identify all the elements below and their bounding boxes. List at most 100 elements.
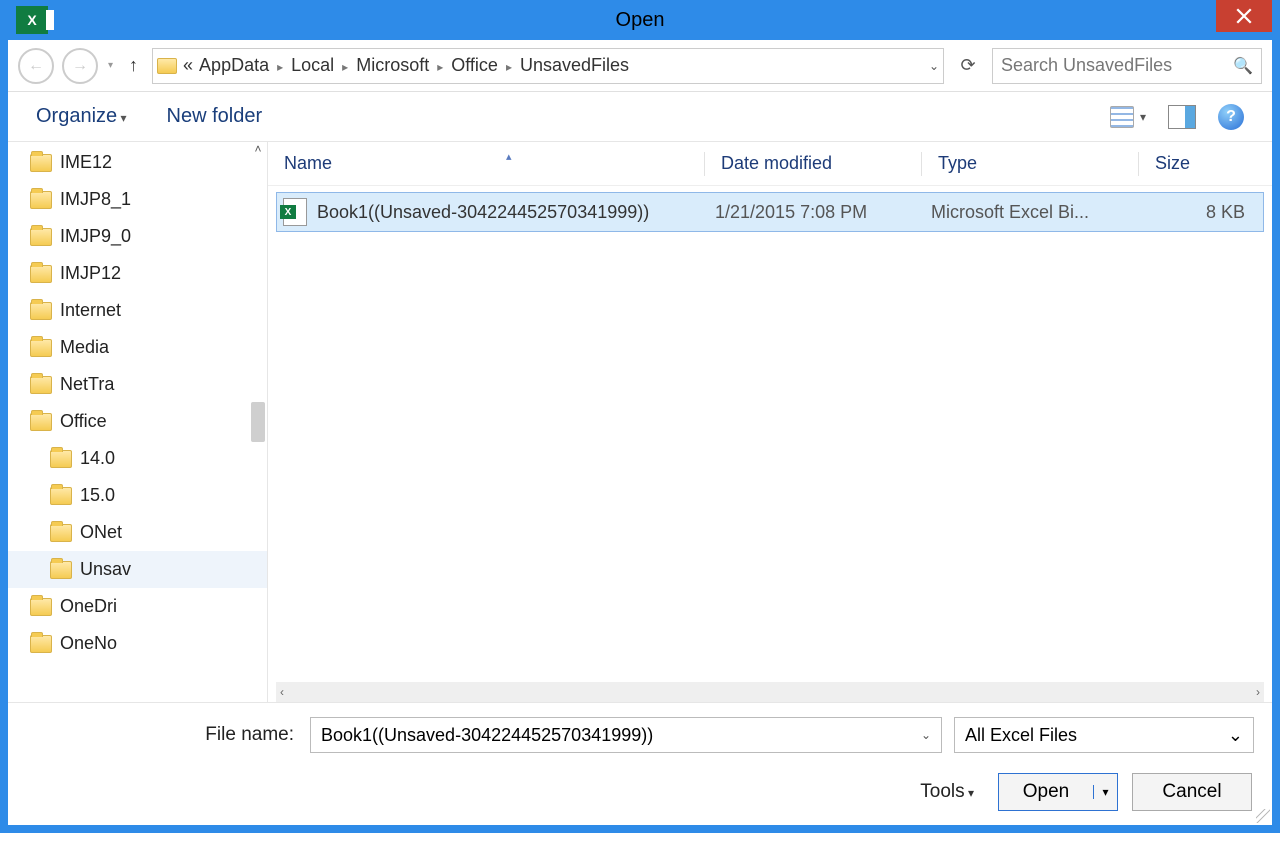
filename-label: File name:: [8, 724, 298, 746]
tree-item[interactable]: IMJP12: [8, 255, 267, 292]
sort-ascending-icon: ▴: [506, 150, 512, 163]
chevron-right-icon[interactable]: [435, 55, 445, 76]
horizontal-scrollbar[interactable]: ‹ ›: [276, 682, 1264, 702]
tree-item-label: NetTra: [60, 374, 114, 395]
tree-item-label: OneNo: [60, 633, 117, 654]
scroll-left-icon[interactable]: ‹: [280, 685, 284, 699]
file-type-filter[interactable]: All Excel Files ⌄: [954, 717, 1254, 753]
tree-item[interactable]: Media: [8, 329, 267, 366]
file-row-selected[interactable]: Book1((Unsaved-304224452570341999)) 1/21…: [276, 192, 1264, 232]
tree-item[interactable]: IMJP9_0: [8, 218, 267, 255]
tree-item-label: OneDri: [60, 596, 117, 617]
tree-item-label: Office: [60, 411, 107, 432]
folder-icon: [50, 524, 72, 542]
folder-icon: [30, 154, 52, 172]
toolbar: Organize New folder ▾ ?: [8, 92, 1272, 142]
breadcrumb-prefix: «: [183, 55, 193, 76]
address-dropdown-icon[interactable]: ⌄: [929, 59, 939, 73]
folder-icon: [157, 58, 177, 74]
scroll-thumb[interactable]: [251, 402, 265, 442]
chevron-down-icon[interactable]: ⌄: [921, 728, 931, 742]
file-size: 8 KB: [1129, 202, 1263, 223]
organize-menu[interactable]: Organize: [36, 105, 127, 128]
column-label: Name: [284, 153, 332, 174]
tree-item[interactable]: 14.0: [8, 440, 267, 477]
title-bar: Open: [8, 0, 1272, 40]
tree-item[interactable]: ONet: [8, 514, 267, 551]
tree-item[interactable]: Office: [8, 403, 267, 440]
folder-icon: [50, 450, 72, 468]
folder-icon: [30, 191, 52, 209]
tree-item[interactable]: Internet: [8, 292, 267, 329]
refresh-button[interactable]: ⟳: [952, 55, 984, 76]
tree-item-selected[interactable]: Unsav: [8, 551, 267, 588]
bottom-panel: File name: Book1((Unsaved-30422445257034…: [8, 702, 1272, 825]
file-list: Book1((Unsaved-304224452570341999)) 1/21…: [268, 186, 1272, 682]
search-placeholder: Search UnsavedFiles: [1001, 55, 1172, 76]
details-view-icon: [1110, 106, 1134, 128]
recent-locations-dropdown[interactable]: ▾: [106, 60, 115, 71]
search-icon: 🔍: [1233, 56, 1253, 76]
tree-item-label: IMJP9_0: [60, 226, 131, 247]
tree-item[interactable]: IME12: [8, 144, 267, 181]
tree-item-label: Media: [60, 337, 109, 358]
chevron-right-icon[interactable]: [275, 55, 285, 76]
chevron-down-icon: ▾: [1140, 110, 1146, 124]
up-button[interactable]: ↑: [123, 55, 144, 76]
tree-item[interactable]: OneDri: [8, 588, 267, 625]
forward-button[interactable]: →: [62, 48, 98, 84]
folder-icon: [30, 228, 52, 246]
chevron-right-icon[interactable]: [340, 55, 350, 76]
chevron-right-icon[interactable]: [504, 55, 514, 76]
tree-item-label: IMJP8_1: [60, 189, 131, 210]
tree-item-label: IME12: [60, 152, 112, 173]
open-dialog: Open ← → ▾ ↑ « AppData Local Microsoft O…: [0, 0, 1280, 833]
breadcrumb-segment[interactable]: UnsavedFiles: [520, 55, 629, 76]
folder-icon: [30, 265, 52, 283]
breadcrumb-segment[interactable]: Local: [291, 55, 334, 76]
chevron-down-icon: ⌄: [1228, 725, 1243, 746]
file-list-panel: Name ▴ Date modified Type Size Book1((Un…: [268, 142, 1272, 702]
search-input[interactable]: Search UnsavedFiles 🔍: [992, 48, 1262, 84]
tree-item-label: IMJP12: [60, 263, 121, 284]
tree-item[interactable]: IMJP8_1: [8, 181, 267, 218]
tree-item[interactable]: 15.0: [8, 477, 267, 514]
filter-value: All Excel Files: [965, 725, 1077, 746]
preview-pane-button[interactable]: [1168, 105, 1196, 129]
column-header-size[interactable]: Size: [1155, 153, 1272, 174]
breadcrumb-segment[interactable]: Office: [451, 55, 498, 76]
folder-icon: [30, 302, 52, 320]
tree-item[interactable]: OneNo: [8, 625, 267, 662]
open-button[interactable]: Open ▾: [998, 773, 1118, 811]
view-mode-button[interactable]: ▾: [1110, 106, 1146, 128]
folder-icon: [50, 561, 72, 579]
tree-item-label: 15.0: [80, 485, 115, 506]
folder-icon: [50, 487, 72, 505]
open-split-dropdown[interactable]: ▾: [1093, 785, 1117, 799]
folder-icon: [30, 598, 52, 616]
cancel-button[interactable]: Cancel: [1132, 773, 1252, 811]
back-button[interactable]: ←: [18, 48, 54, 84]
folder-icon: [30, 413, 52, 431]
resize-grip[interactable]: [1256, 809, 1270, 823]
column-header-type[interactable]: Type: [938, 153, 1138, 174]
tree-item[interactable]: NetTra: [8, 366, 267, 403]
address-bar[interactable]: « AppData Local Microsoft Office Unsaved…: [152, 48, 944, 84]
breadcrumb-segment[interactable]: Microsoft: [356, 55, 429, 76]
scroll-up-icon[interactable]: ˄: [254, 142, 261, 160]
breadcrumb-segment[interactable]: AppData: [199, 55, 269, 76]
tools-menu[interactable]: Tools: [920, 781, 974, 803]
window-title: Open: [8, 9, 1272, 32]
scroll-right-icon[interactable]: ›: [1256, 685, 1260, 699]
column-header-date[interactable]: Date modified: [721, 153, 921, 174]
filename-value: Book1((Unsaved-304224452570341999)): [321, 725, 653, 746]
sidebar-scrollbar[interactable]: ˄: [249, 142, 267, 702]
new-folder-button[interactable]: New folder: [167, 105, 263, 128]
excel-file-icon: [283, 198, 307, 226]
help-button[interactable]: ?: [1218, 104, 1244, 130]
filename-input[interactable]: Book1((Unsaved-304224452570341999)) ⌄: [310, 717, 942, 753]
column-header-name[interactable]: Name ▴: [284, 153, 704, 174]
folder-icon: [30, 339, 52, 357]
main-area: ˄ IME12 IMJP8_1 IMJP9_0 IMJP12 Internet …: [8, 142, 1272, 702]
folder-tree: ˄ IME12 IMJP8_1 IMJP9_0 IMJP12 Internet …: [8, 142, 268, 702]
